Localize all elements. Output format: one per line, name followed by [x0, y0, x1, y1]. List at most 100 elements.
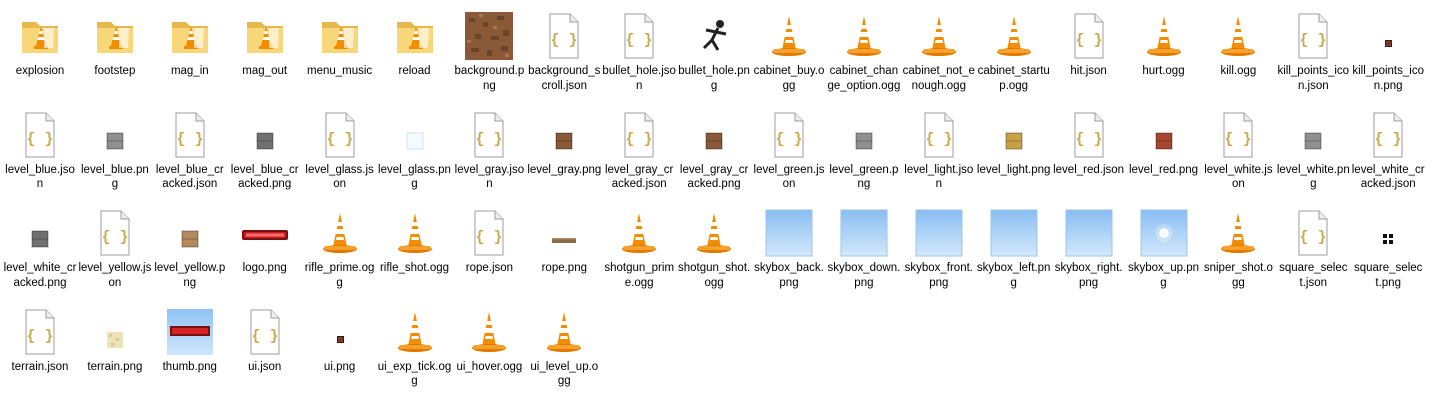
file-item[interactable]: footstep [78, 12, 152, 110]
file-item[interactable]: sniper_shot.ogg [1201, 209, 1275, 307]
file-item[interactable]: terrain.png [78, 308, 152, 406]
stickman-image-icon [690, 12, 738, 60]
file-item[interactable]: bullet_hole.png [677, 12, 751, 110]
logo-image-icon [241, 209, 289, 257]
file-item[interactable]: kill.ogg [1201, 12, 1275, 110]
file-item[interactable]: { } hit.json [1052, 12, 1126, 110]
file-item[interactable]: skybox_down.png [827, 209, 901, 307]
json-file-icon: { } [615, 12, 663, 60]
file-item[interactable]: { } level_gray.json [452, 111, 526, 209]
thumb-image-icon [166, 308, 214, 356]
file-item[interactable]: { } level_yellow.json [78, 209, 152, 307]
gray-tile-image-icon [1289, 111, 1337, 159]
file-item[interactable]: { } level_red.json [1052, 111, 1126, 209]
file-item[interactable]: mag_out [228, 12, 302, 110]
file-item[interactable]: { } kill_points_icon.json [1276, 12, 1350, 110]
vlc-cone-icon [690, 209, 738, 257]
dirt-image-icon [465, 12, 514, 60]
file-item[interactable]: level_green.png [827, 111, 901, 209]
file-name-label: square_select.png [1353, 262, 1423, 289]
file-item[interactable]: level_white_cracked.png [3, 209, 77, 307]
file-item[interactable]: cabinet_startup.ogg [977, 12, 1051, 110]
svg-text:{ }: { } [626, 131, 653, 148]
file-item[interactable]: level_gray_cracked.png [677, 111, 751, 209]
file-item[interactable]: shotgun_prime.ogg [602, 209, 676, 307]
file-item[interactable]: { } level_blue_cracked.json [153, 111, 227, 209]
file-item[interactable]: { } level_glass.json [303, 111, 377, 209]
file-item[interactable]: logo.png [228, 209, 302, 307]
file-item[interactable]: rifle_shot.ogg [378, 209, 452, 307]
file-item[interactable]: { } background_scroll.json [527, 12, 601, 110]
file-item[interactable]: skybox_right.png [1052, 209, 1126, 307]
file-item[interactable]: shotgun_shot.ogg [677, 209, 751, 307]
file-item[interactable]: cabinet_change_option.ogg [827, 12, 901, 110]
file-item[interactable]: { } level_gray_cracked.json [602, 111, 676, 209]
file-item[interactable]: mag_in [153, 12, 227, 110]
file-item[interactable]: hurt.ogg [1127, 12, 1201, 110]
file-item[interactable]: cabinet_not_enough.ogg [902, 12, 976, 110]
file-item[interactable]: explosion [3, 12, 77, 110]
file-name-label: rope.json [465, 262, 514, 274]
file-name-label: sniper_shot.ogg [1203, 262, 1273, 289]
file-item[interactable]: cabinet_buy.ogg [752, 12, 826, 110]
file-item[interactable]: level_gray.png [527, 111, 601, 209]
file-item[interactable]: { } ui.json [228, 308, 302, 406]
file-item[interactable]: level_blue_cracked.png [228, 111, 302, 209]
svg-text:{ }: { } [326, 131, 353, 148]
file-item[interactable]: { } level_blue.json [3, 111, 77, 209]
wood-tile-image-icon [166, 209, 214, 257]
file-item[interactable]: square_select.png [1351, 209, 1425, 307]
cracked-tile-image-icon [16, 209, 64, 257]
file-item[interactable]: skybox_up.png [1127, 209, 1201, 307]
file-item[interactable]: { } level_white_cracked.json [1351, 111, 1425, 209]
svg-text:{ }: { } [101, 229, 128, 246]
file-item[interactable]: ui_level_up.ogg [527, 308, 601, 406]
vlc-cone-icon [1214, 12, 1262, 60]
vlc-cone-icon [316, 209, 364, 257]
file-item[interactable]: { } square_select.json [1276, 209, 1350, 307]
json-file-icon: { } [465, 209, 513, 257]
json-file-icon: { } [540, 12, 588, 60]
file-item[interactable]: rope.png [527, 209, 601, 307]
file-name-label: bullet_hole.png [678, 65, 750, 92]
file-item[interactable]: { } level_green.json [752, 111, 826, 209]
file-item[interactable]: level_blue.png [78, 111, 152, 209]
file-item[interactable]: rifle_prime.ogg [303, 209, 377, 307]
file-name-label: skybox_up.png [1128, 262, 1199, 289]
file-name-label: kill_points_icon.png [1352, 65, 1424, 92]
file-item[interactable]: ui_exp_tick.ogg [378, 308, 452, 406]
svg-text:{ }: { } [925, 131, 952, 148]
file-item[interactable]: { } level_white.json [1201, 111, 1275, 209]
file-item[interactable]: skybox_back.png [752, 209, 826, 307]
file-item[interactable]: level_red.png [1127, 111, 1201, 209]
file-item[interactable]: kill_points_icon.png [1351, 12, 1425, 110]
file-item[interactable]: { } level_light.json [902, 111, 976, 209]
json-file-icon: { } [765, 111, 813, 159]
vlc-cone-icon [840, 12, 888, 60]
file-item[interactable]: { } rope.json [452, 209, 526, 307]
file-item[interactable]: skybox_front.png [902, 209, 976, 307]
file-name-label: shotgun_prime.ogg [604, 262, 675, 289]
file-name-label: level_blue.json [5, 163, 75, 191]
file-item[interactable]: level_yellow.png [153, 209, 227, 307]
file-item[interactable]: reload [378, 12, 452, 110]
file-item[interactable]: { } bullet_hole.json [602, 12, 676, 110]
file-name-label: skybox_down.png [827, 262, 901, 289]
file-item[interactable]: ui.png [303, 308, 377, 406]
file-item[interactable]: { } terrain.json [3, 308, 77, 406]
file-item[interactable]: level_light.png [977, 111, 1051, 209]
file-item[interactable]: level_glass.png [378, 111, 452, 209]
file-name-label: cabinet_change_option.ogg [827, 65, 901, 92]
file-name-label: level_light.json [904, 163, 974, 191]
file-item[interactable]: ui_hover.ogg [452, 308, 526, 406]
file-name-label: level_green.json [753, 163, 825, 191]
file-name-label: ui_level_up.ogg [530, 360, 599, 388]
file-item[interactable]: thumb.png [153, 308, 227, 406]
file-name-label: level_light.png [976, 163, 1051, 176]
file-name-label: explosion [15, 65, 65, 77]
file-item[interactable]: skybox_left.png [977, 209, 1051, 307]
file-item[interactable]: background.png [452, 12, 526, 110]
file-item[interactable]: level_white.png [1276, 111, 1350, 209]
file-item[interactable]: menu_music [303, 12, 377, 110]
file-name-label: hit.json [1070, 65, 1107, 77]
